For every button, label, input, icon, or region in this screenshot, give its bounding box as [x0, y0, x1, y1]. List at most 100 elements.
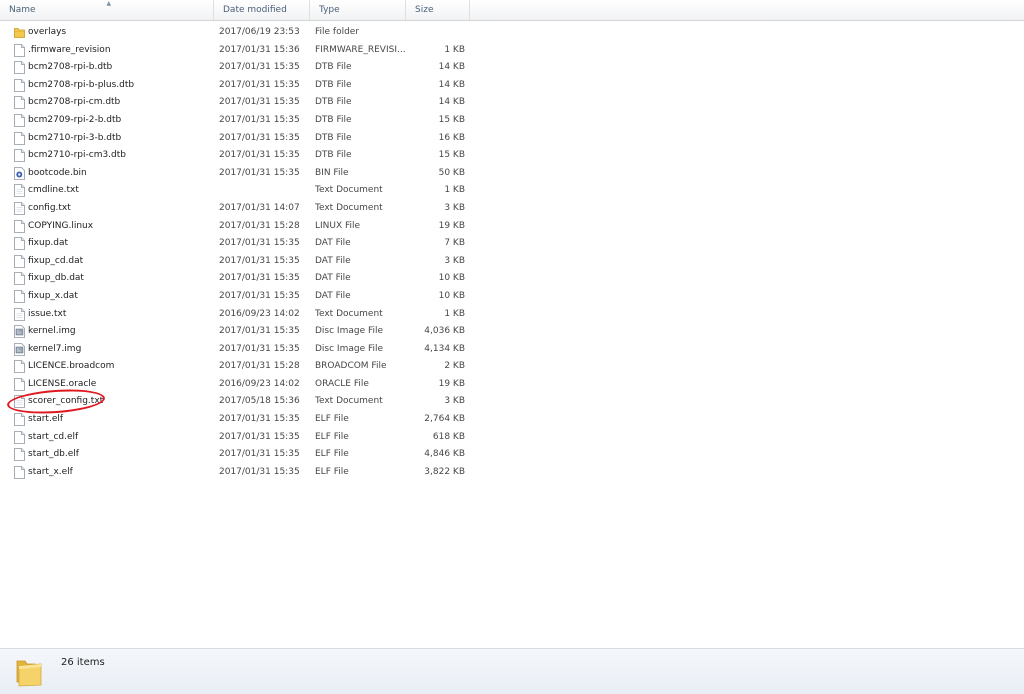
- file-size: 3 KB: [444, 255, 465, 266]
- file-row[interactable]: bcm2708-rpi-cm.dtb 2017/01/31 15:35 DTB Fi…: [0, 94, 470, 112]
- file-icon: [14, 272, 25, 286]
- file-row[interactable]: fixup.dat 2017/01/31 15:35 DAT File 7 KB: [0, 235, 470, 253]
- file-date-modified: 2017/01/31 15:35: [219, 273, 300, 284]
- file-row[interactable]: start_cd.elf 2017/01/31 15:35 ELF File 618 …: [0, 429, 470, 447]
- file-type: ELF File: [315, 466, 349, 477]
- file-row[interactable]: start_db.elf 2017/01/31 15:35 ELF File 4,84…: [0, 446, 470, 464]
- file-size: 618 KB: [432, 431, 465, 442]
- status-bar: 26 items: [0, 648, 1024, 694]
- column-header-date-modified[interactable]: Date modified: [214, 0, 310, 20]
- file-row[interactable]: fixup_x.dat 2017/01/31 15:35 DAT File 10 KB: [0, 288, 470, 306]
- file-icon: [14, 78, 25, 92]
- file-icon: [14, 448, 25, 462]
- file-date-modified: 2017/01/31 14:07: [219, 202, 300, 213]
- column-header-size-label: Size: [415, 5, 434, 15]
- file-row[interactable]: config.txt 2017/01/31 14:07 Text Document 3…: [0, 200, 470, 218]
- file-row[interactable]: bcm2708-rpi-b-plus.dtb 2017/01/31 15:35 DT…: [0, 77, 470, 95]
- file-icon: [14, 377, 25, 391]
- file-row[interactable]: bcm2710-rpi-3-b.dtb 2017/01/31 15:35 DTB F…: [0, 130, 470, 148]
- file-date-modified: 2017/01/31 15:35: [219, 79, 300, 90]
- file-row[interactable]: issue.txt 2016/09/23 14:02 Text Document 1 …: [0, 306, 470, 324]
- file-type: BIN File: [315, 167, 349, 178]
- file-name: issue.txt: [28, 308, 67, 319]
- file-row[interactable]: bcm2709-rpi-2-b.dtb 2017/01/31 15:35 DTB F…: [0, 112, 470, 130]
- column-header-name-label: Name: [9, 5, 36, 15]
- file-date-modified: 2017/01/31 15:35: [219, 150, 300, 161]
- file-date-modified: 2017/01/31 15:35: [219, 449, 300, 460]
- file-name: bcm2708-rpi-b.dtb: [28, 62, 113, 73]
- file-name: cmdline.txt: [28, 185, 79, 196]
- file-type: DAT File: [315, 290, 351, 301]
- file-date-modified: 2017/01/31 15:28: [219, 220, 300, 231]
- file-icon: [14, 254, 25, 268]
- file-type: DTB File: [315, 62, 352, 73]
- file-date-modified: 2017/01/31 15:35: [219, 255, 300, 266]
- file-icon: [14, 43, 25, 57]
- file-row[interactable]: fixup_db.dat 2017/01/31 15:35 DAT File 10 K…: [0, 270, 470, 288]
- file-list: overlays 2017/06/19 23:53 File folder .firm…: [0, 24, 470, 481]
- file-row[interactable]: kernel.img 2017/01/31 15:35 Disc Image Fil…: [0, 323, 470, 341]
- file-date-modified: 2017/01/31 15:35: [219, 62, 300, 73]
- file-name: bootcode.bin: [28, 167, 87, 178]
- file-date-modified: 2017/01/31 15:35: [219, 431, 300, 442]
- file-type: ORACLE File: [315, 378, 369, 389]
- file-size: 4,846 KB: [424, 449, 465, 460]
- file-type: DTB File: [315, 150, 352, 161]
- file-row[interactable]: LICENCE.broadcom 2017/01/31 15:28 BROADCOM…: [0, 358, 470, 376]
- file-row[interactable]: overlays 2017/06/19 23:53 File folder: [0, 24, 470, 42]
- file-date-modified: 2017/01/31 15:35: [219, 97, 300, 108]
- item-count-label: 26 items: [61, 657, 105, 668]
- file-size: 14 KB: [438, 62, 465, 73]
- file-name: LICENSE.oracle: [28, 378, 97, 389]
- file-icon: [14, 290, 25, 303]
- file-row[interactable]: scorer_config.txt 2017/05/18 15:36 Text Do…: [0, 393, 470, 411]
- folder-icon: [14, 26, 25, 39]
- file-name: bcm2708-rpi-b-plus.dtb: [28, 79, 135, 90]
- column-header-type-label: Type: [319, 5, 340, 15]
- text-file-icon: [14, 395, 25, 409]
- file-name: overlays: [28, 27, 67, 37]
- file-row[interactable]: bcm2708-rpi-b.dtb 2017/01/31 15:35 DTB Fil…: [0, 59, 470, 77]
- file-date-modified: 2017/01/31 15:35: [219, 326, 300, 337]
- file-size: 1 KB: [444, 44, 465, 55]
- file-size: 10 KB: [438, 273, 465, 284]
- file-name: start.elf: [28, 414, 64, 425]
- file-size: 3,822 KB: [424, 466, 465, 477]
- file-row[interactable]: LICENSE.oracle 2016/09/23 14:02 ORACLE Fil…: [0, 376, 470, 394]
- file-name: LICENCE.broadcom: [28, 361, 115, 372]
- file-size: 2,764 KB: [424, 414, 465, 425]
- file-name: start_db.elf: [28, 449, 79, 460]
- file-type: Text Document: [315, 185, 383, 196]
- file-row[interactable]: start_x.elf 2017/01/31 15:35 ELF File 3,822…: [0, 464, 470, 482]
- file-type: Disc Image File: [315, 343, 384, 354]
- file-row[interactable]: start.elf 2017/01/31 15:35 ELF File 2,764 K…: [0, 411, 470, 429]
- file-type: File folder: [315, 27, 360, 37]
- file-size: 19 KB: [438, 378, 465, 389]
- column-header-bar: ▲ Name Date modified Type Size: [0, 0, 1024, 21]
- column-header-type[interactable]: Type: [310, 0, 406, 20]
- file-size: 4,134 KB: [424, 343, 465, 354]
- file-name: config.txt: [28, 202, 71, 213]
- file-row[interactable]: bcm2710-rpi-cm3.dtb 2017/01/31 15:35 DTB F…: [0, 147, 470, 165]
- file-row[interactable]: bootcode.bin 2017/01/31 15:35 BIN File 50 K…: [0, 165, 470, 183]
- column-header-size[interactable]: Size: [406, 0, 470, 20]
- file-size: 19 KB: [438, 220, 465, 231]
- sort-ascending-icon: ▲: [106, 0, 112, 7]
- text-file-icon: [14, 202, 25, 215]
- column-header-name[interactable]: ▲ Name: [0, 0, 214, 20]
- column-header-empty: [470, 0, 1024, 20]
- file-row[interactable]: kernel7.img 2017/01/31 15:35 Disc Image Fi…: [0, 341, 470, 359]
- file-size: 16 KB: [438, 132, 465, 143]
- file-name: fixup_db.dat: [28, 273, 84, 284]
- file-name: bcm2710-rpi-3-b.dtb: [28, 132, 122, 143]
- file-row[interactable]: .firmware_revision 2017/01/31 15:36 FIRMWA…: [0, 42, 470, 60]
- file-row[interactable]: cmdline.txt Text Document 1 KB: [0, 182, 470, 200]
- file-type: DAT File: [315, 238, 351, 249]
- file-row[interactable]: COPYING.linux 2017/01/31 15:28 LINUX File 1…: [0, 218, 470, 236]
- file-icon: [14, 465, 25, 479]
- file-size: 15 KB: [438, 114, 465, 125]
- file-row[interactable]: fixup_cd.dat 2017/01/31 15:35 DAT File 3 KB: [0, 253, 470, 271]
- file-icon: [14, 114, 25, 127]
- file-type: DAT File: [315, 273, 351, 284]
- file-date-modified: 2017/01/31 15:35: [219, 114, 300, 125]
